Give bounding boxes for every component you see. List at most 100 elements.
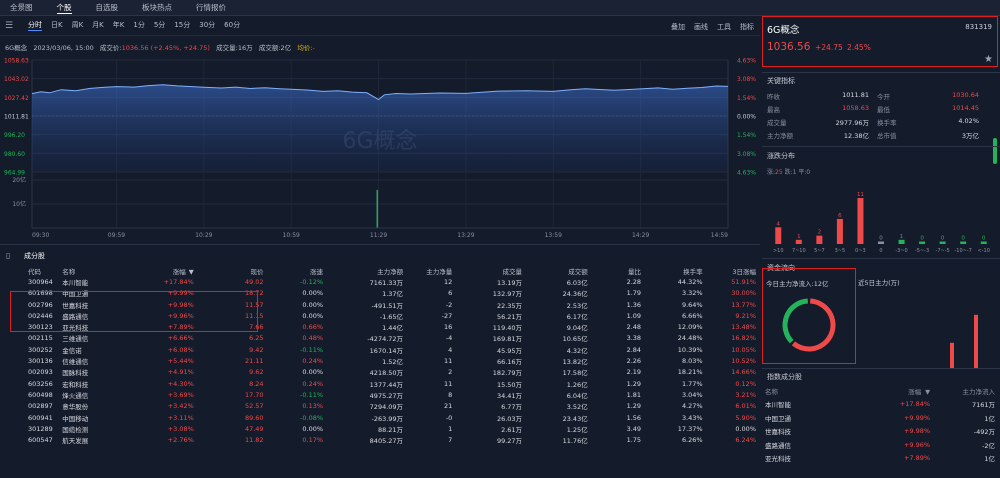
constituents-tab[interactable]: 成分股 bbox=[24, 251, 45, 261]
table-cell: -4274.72万 bbox=[367, 335, 404, 344]
table-cell: 1.37亿 bbox=[382, 290, 404, 299]
table-cell: 宏和科技 bbox=[62, 380, 89, 389]
column-header[interactable]: 换手率 bbox=[645, 265, 707, 276]
table-row[interactable]: 300136 信维通信 +5.44% 21.11 0.24% 1.52亿 11 66.16万 1… bbox=[0, 355, 760, 366]
y-tick-label: 1011.81 bbox=[4, 114, 29, 121]
nav-item[interactable]: 自选股 bbox=[96, 2, 119, 13]
table-cell: +3.69% bbox=[167, 390, 194, 399]
volume-tick-label: 20亿 bbox=[12, 176, 26, 184]
table-cell: 002115 bbox=[28, 334, 53, 343]
distribution-value: 11 bbox=[857, 192, 864, 198]
quote-box: 6G概念 831319 1036.56 +24.75 2.45% ★ bbox=[762, 16, 998, 67]
legend-down-value: 1 bbox=[792, 169, 797, 176]
table-cell: 1.29 bbox=[626, 402, 642, 411]
distribution-category: 7~10 bbox=[792, 248, 806, 254]
distribution-value: 1 bbox=[900, 234, 904, 240]
table-cell: 132.97万 bbox=[492, 290, 523, 299]
table-cell: 16 bbox=[444, 323, 453, 332]
table-cell: 66.16万 bbox=[496, 358, 523, 367]
table-cell: 6.25 bbox=[249, 334, 264, 343]
favorite-star-icon[interactable]: ★ bbox=[984, 54, 993, 65]
fund-flow-donut bbox=[782, 298, 836, 352]
table-row[interactable]: 600498 烽火通信 +3.69% 17.70 -0.11% 4975.27万 8 34.4… bbox=[0, 389, 760, 400]
y-pct-label: 3.08% bbox=[737, 76, 756, 83]
table-cell: 12 bbox=[444, 277, 453, 286]
distribution-bar bbox=[980, 241, 987, 244]
column-header-label: 名称 bbox=[62, 267, 76, 276]
stock-flow: 7161万 bbox=[971, 401, 995, 410]
five-day-bar bbox=[950, 342, 954, 368]
column-header[interactable]: 量比 bbox=[592, 265, 645, 276]
column-header[interactable]: 主力净流入 bbox=[933, 384, 998, 398]
column-header[interactable]: 主力净额 bbox=[327, 265, 407, 276]
table-row[interactable]: 600941 中国移动 +3.11% 89.60 -0.08% -263.99万 -0 26.… bbox=[0, 412, 760, 423]
scroll-handle[interactable] bbox=[993, 138, 997, 164]
table-row[interactable]: 中国卫通 +9.99% 1亿 bbox=[762, 411, 998, 425]
table-cell: 烽火通信 bbox=[62, 391, 89, 400]
table-cell: -1.65亿 bbox=[379, 312, 404, 321]
table-cell: 1670.14万 bbox=[369, 346, 404, 355]
distribution-value: 0 bbox=[982, 236, 986, 242]
distribution-value: 1 bbox=[797, 234, 801, 240]
nav-item[interactable]: 全景图 bbox=[10, 2, 33, 13]
table-row[interactable]: 本川智能 +17.84% 7161万 bbox=[762, 398, 998, 412]
table-cell: 0.24% bbox=[302, 357, 324, 366]
table-cell: 4.27% bbox=[681, 402, 703, 411]
column-header-label: 换手率 bbox=[683, 267, 703, 276]
nav-item[interactable]: 个股 bbox=[56, 2, 72, 14]
volume-bar bbox=[376, 189, 378, 228]
nav-item[interactable]: 行情报价 bbox=[196, 2, 226, 13]
column-header-label: 成交额 bbox=[568, 267, 588, 276]
table-cell: 300136 bbox=[28, 357, 53, 366]
chart-panel: ☰ 分时 日K 周K 月K 年K 1分 5分 15分 30分 60分 叠加 画线 工具 指标 6G概念 … bbox=[0, 16, 760, 244]
distribution-value: 0 bbox=[879, 236, 883, 242]
column-header[interactable]: 涨幅 ▼ bbox=[120, 265, 198, 276]
table-cell: 7 bbox=[448, 436, 453, 445]
table-cell: 6.24% bbox=[735, 436, 756, 445]
intraday-chart[interactable]: 1058.63 4.63% 1043.02 3.08% 1027.42 1.54% 1011… bbox=[0, 16, 760, 244]
table-row[interactable]: 300964 本川智能 +17.84% 49.02 -0.12% 7161.33万 12 13… bbox=[0, 276, 760, 287]
table-cell: 10.05% bbox=[731, 345, 756, 354]
distribution-bar bbox=[775, 227, 782, 244]
table-cell: +4.30% bbox=[167, 379, 194, 388]
column-header[interactable]: 主力净量 bbox=[407, 265, 456, 276]
column-header[interactable]: 成交额 bbox=[526, 265, 592, 276]
column-header[interactable]: 涨幅 ▼ bbox=[872, 384, 933, 398]
column-header[interactable]: 代码 bbox=[0, 265, 58, 276]
distribution-value: 2 bbox=[818, 230, 822, 236]
table-row[interactable]: 600547 航天发展 +2.76% 11.82 0.17% 8405.27万 7 99.27… bbox=[0, 434, 760, 445]
column-header[interactable]: 涨速 bbox=[268, 265, 328, 276]
table-row[interactable]: 002897 意华股份 +3.42% 52.57 0.13% 7294.09万 21 6.77… bbox=[0, 401, 760, 412]
table-row[interactable]: 亚光科技 +7.89% 1亿 bbox=[762, 452, 998, 466]
index-constituents-title: 指数成分股 bbox=[767, 373, 802, 381]
table-cell: 5.90% bbox=[735, 413, 756, 422]
table-row[interactable]: 盛路通信 +9.96% -2亿 bbox=[762, 438, 998, 452]
table-cell: 17.37% bbox=[677, 424, 703, 433]
table-cell: 13.82亿 bbox=[562, 358, 588, 367]
table-row[interactable]: 301289 国缆检测 +3.08% 47.49 0.00% 88.21万 1 2.61万 1.… bbox=[0, 423, 760, 434]
y-pct-label: 0.00% bbox=[737, 114, 756, 121]
list-icon[interactable]: ▯ bbox=[6, 251, 10, 260]
table-cell: 2.61万 bbox=[501, 425, 523, 434]
table-cell: 600498 bbox=[28, 390, 53, 399]
nav-item[interactable]: 板块热点 bbox=[142, 2, 172, 13]
table-cell: 0.00% bbox=[302, 300, 324, 309]
table-cell: +5.44% bbox=[167, 357, 194, 366]
table-row[interactable]: 603256 宏和科技 +4.30% 8.24 0.24% 1377.44万 11 15.50… bbox=[0, 378, 760, 389]
sort-desc-icon[interactable]: ▼ bbox=[925, 388, 930, 396]
column-header[interactable]: 3日涨幅 bbox=[707, 265, 760, 276]
column-header[interactable]: 名称 bbox=[58, 265, 120, 276]
table-row[interactable]: 世嘉科技 +9.98% -492万 bbox=[762, 425, 998, 439]
table-cell: 300964 bbox=[28, 277, 53, 286]
table-row[interactable]: 002115 三维通信 +6.66% 6.25 0.48% -4274.72万 -4 169.… bbox=[0, 333, 760, 344]
table-row[interactable]: 002093 国脉科技 +4.91% 9.62 0.00% 4218.50万 2 182.79… bbox=[0, 367, 760, 378]
table-cell: 7161.33万 bbox=[369, 278, 404, 287]
column-header[interactable]: 成交量 bbox=[456, 265, 526, 276]
column-header[interactable]: 名称 bbox=[762, 384, 872, 398]
table-row[interactable]: 300252 金信诺 +6.08% 9.42 -0.11% 1670.14万 4 45.95万… bbox=[0, 344, 760, 355]
today-flow-label: 今日主力净流入: bbox=[766, 280, 814, 288]
five-day-chart bbox=[950, 314, 978, 368]
column-header[interactable]: 现价 bbox=[198, 265, 268, 276]
sort-desc-icon[interactable]: ▼ bbox=[189, 268, 194, 276]
stock-flow: 1亿 bbox=[984, 455, 995, 464]
